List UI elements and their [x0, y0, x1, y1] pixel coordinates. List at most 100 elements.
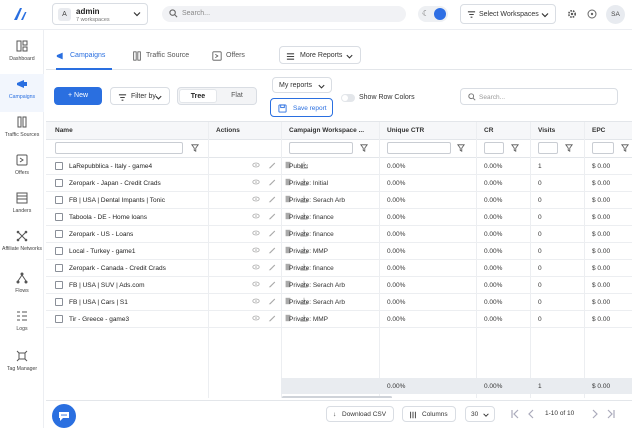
column-header-epc[interactable]: EPC: [592, 127, 605, 134]
tab-offers[interactable]: Offers: [212, 42, 252, 70]
eye-icon[interactable]: [252, 229, 260, 239]
pencil-icon[interactable]: [268, 297, 276, 307]
previous-page-icon[interactable]: [525, 408, 537, 420]
account-switcher[interactable]: A admin 7 workspaces: [52, 3, 148, 25]
save-report-button[interactable]: Save report: [270, 98, 333, 117]
help-icon[interactable]: [587, 9, 597, 19]
table-row[interactable]: Taboola - DE - Home loans Private: financ…: [46, 209, 632, 226]
pencil-icon[interactable]: [268, 178, 276, 188]
column-header-workspace[interactable]: Campaign Workspace ...: [289, 127, 364, 134]
new-button[interactable]: + New: [54, 87, 102, 105]
user-avatar[interactable]: SA: [606, 5, 625, 24]
sidebar-item-dashboard[interactable]: Dashboard: [0, 36, 44, 74]
sidebar-item-landers[interactable]: Landers: [0, 188, 44, 226]
sidebar-item-affiliate-networks[interactable]: Affiliate Networks: [0, 226, 44, 264]
table-row[interactable]: Zeropark - US - Loans Private: finance 0.0…: [46, 226, 632, 243]
campaign-name[interactable]: LaRepubblica - Italy - game4: [69, 163, 152, 170]
funnel-icon[interactable]: [621, 144, 629, 152]
row-checkbox[interactable]: [55, 298, 63, 306]
row-checkbox[interactable]: [55, 162, 63, 170]
view-tree-option[interactable]: Tree: [179, 89, 217, 103]
eye-icon[interactable]: [252, 314, 260, 324]
table-row[interactable]: FB | USA | SUV | Ads.com Private: Serach …: [46, 277, 632, 294]
select-workspaces-dropdown[interactable]: Select Workspaces: [460, 4, 556, 24]
eye-icon[interactable]: [252, 297, 260, 307]
funnel-icon[interactable]: [565, 144, 573, 152]
column-header-name[interactable]: Name: [55, 127, 73, 134]
column-header-cr[interactable]: CR: [484, 127, 493, 134]
page-size-select[interactable]: 30: [465, 406, 495, 422]
pencil-icon[interactable]: [268, 161, 276, 171]
campaign-name[interactable]: Taboola - DE - Home loans: [69, 214, 147, 221]
eye-icon[interactable]: [252, 280, 260, 290]
last-page-icon[interactable]: [605, 408, 617, 420]
row-checkbox[interactable]: [55, 230, 63, 238]
sidebar-item-traffic-sources[interactable]: Traffic Sources: [0, 112, 44, 150]
pencil-icon[interactable]: [268, 280, 276, 290]
sidebar-item-flows[interactable]: Flows: [0, 268, 44, 306]
epc-filter-input[interactable]: [592, 142, 614, 154]
table-row[interactable]: Local - Turkey - game1 Private: MMP 0.00% 0…: [46, 243, 632, 260]
cr-filter-input[interactable]: [484, 142, 504, 154]
sidebar-item-logs[interactable]: Logs: [0, 306, 44, 344]
eye-icon[interactable]: [252, 212, 260, 222]
tab-campaigns[interactable]: Campaigns: [56, 42, 112, 70]
pencil-icon[interactable]: [268, 212, 276, 222]
campaign-name[interactable]: Zeropark - US - Loans: [69, 231, 133, 238]
pencil-icon[interactable]: [268, 263, 276, 273]
campaign-name[interactable]: FB | USA | Dental Impants | Tonic: [69, 197, 165, 204]
table-row[interactable]: LaRepubblica - Italy - game4 Public: 0.00%…: [46, 158, 632, 175]
column-header-unique-ctr[interactable]: Unique CTR: [387, 127, 424, 134]
row-checkbox[interactable]: [55, 213, 63, 221]
theme-toggle[interactable]: ☾: [418, 6, 448, 22]
sidebar-item-campaigns[interactable]: Campaigns: [0, 74, 44, 112]
row-checkbox[interactable]: [55, 179, 63, 187]
sidebar-item-offers[interactable]: Offers: [0, 150, 44, 188]
my-reports-dropdown[interactable]: My reports: [272, 77, 332, 93]
funnel-icon[interactable]: [191, 144, 199, 152]
campaign-name[interactable]: Local - Turkey - game1: [69, 248, 135, 255]
pencil-icon[interactable]: [268, 195, 276, 205]
eye-icon[interactable]: [252, 263, 260, 273]
eye-icon[interactable]: [252, 178, 260, 188]
horizontal-scrollbar[interactable]: [282, 396, 392, 398]
funnel-icon[interactable]: [360, 144, 368, 152]
campaign-name[interactable]: Zeropark - Canada - Credit Crads: [69, 265, 166, 272]
filter-by-dropdown[interactable]: Filter by: [110, 87, 170, 105]
eye-icon[interactable]: [252, 161, 260, 171]
row-checkbox[interactable]: [55, 281, 63, 289]
pencil-icon[interactable]: [268, 246, 276, 256]
columns-button[interactable]: Columns: [402, 406, 456, 422]
funnel-icon[interactable]: [457, 144, 465, 152]
campaign-name[interactable]: FB | USA | Cars | S1: [69, 299, 128, 306]
column-header-visits[interactable]: Visits: [538, 127, 555, 134]
name-filter-input[interactable]: [55, 142, 183, 154]
download-csv-button[interactable]: ↓ Download CSV: [326, 406, 394, 422]
gear-icon[interactable]: [567, 9, 577, 19]
view-flat-option[interactable]: Flat: [218, 89, 256, 103]
eye-icon[interactable]: [252, 246, 260, 256]
eye-icon[interactable]: [252, 195, 260, 205]
table-row[interactable]: FB | USA | Dental Impants | Tonic Private…: [46, 192, 632, 209]
campaign-name[interactable]: Zeropark - Japan - Credit Crads: [69, 180, 161, 187]
row-checkbox[interactable]: [55, 247, 63, 255]
table-row[interactable]: Tir - Greece - game3 Private: MMP 0.00% 0.0…: [46, 311, 632, 328]
campaign-name[interactable]: Tir - Greece - game3: [69, 316, 129, 323]
table-search-input[interactable]: Search...: [460, 88, 618, 105]
funnel-icon[interactable]: [511, 144, 519, 152]
visits-filter-input[interactable]: [538, 142, 558, 154]
first-page-icon[interactable]: [509, 408, 521, 420]
table-row[interactable]: Zeropark - Japan - Credit Crads Private: …: [46, 175, 632, 192]
campaign-name[interactable]: FB | USA | SUV | Ads.com: [69, 282, 145, 289]
row-colors-switch[interactable]: [341, 94, 355, 102]
ctr-filter-input[interactable]: [387, 142, 451, 154]
chat-support-button[interactable]: [52, 404, 76, 428]
app-logo-icon[interactable]: [12, 6, 28, 22]
row-checkbox[interactable]: [55, 264, 63, 272]
row-checkbox[interactable]: [55, 196, 63, 204]
workspace-filter-input[interactable]: [289, 142, 353, 154]
table-row[interactable]: FB | USA | Cars | S1 Private: Serach Arb 0…: [46, 294, 632, 311]
tab-traffic-source[interactable]: Traffic Source: [132, 42, 192, 70]
pencil-icon[interactable]: [268, 229, 276, 239]
next-page-icon[interactable]: [589, 408, 601, 420]
